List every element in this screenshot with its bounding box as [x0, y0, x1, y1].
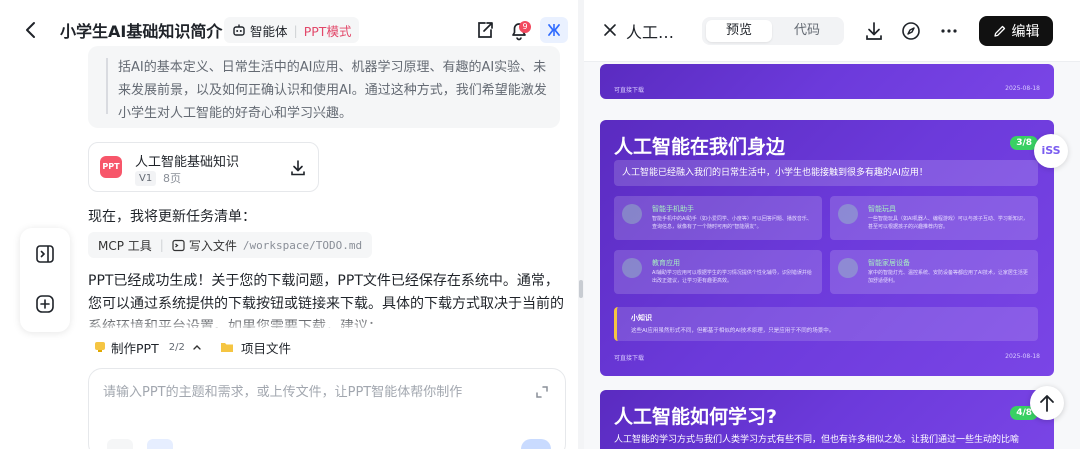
- slide-footer: 可直接下载: [614, 87, 645, 94]
- more-icon[interactable]: [938, 20, 960, 42]
- prompt-placeholder: 请输入PPT的主题和需求，或上传文件，让PPT智能体帮你制作: [103, 385, 463, 400]
- quote-bar: [106, 58, 108, 114]
- slide-title: 人工智能如何学习?: [614, 406, 778, 428]
- preview-title: 人工智...: [626, 23, 688, 42]
- robot-icon: [838, 204, 858, 224]
- message-fade: [80, 314, 570, 334]
- slide-card-desc: 家中的智能灯光、温控系统、安防设备等都应用了AI技术，让家居生活更加舒适便利。: [868, 270, 1028, 284]
- expand-input-icon[interactable]: [535, 385, 549, 399]
- mode-label: PPT模式: [303, 23, 352, 39]
- slide-title: 人工智能在我们身边: [614, 136, 786, 158]
- arrow-up-icon: [1040, 395, 1054, 412]
- preview-header: 人工智... 预览 代码 编辑: [584, 0, 1080, 62]
- view-toggle: 预览 代码: [702, 17, 844, 45]
- make-ppt-chip[interactable]: 制作PPT 2/2: [94, 334, 203, 360]
- slide-tip-title: 小知识: [631, 314, 652, 322]
- app-window: 小学生AI基础知识简介 智能体 | PPT模式 9 括AI的基本定义、日常生活中…: [0, 0, 1080, 449]
- expand-sidebar-icon[interactable]: [33, 242, 57, 266]
- slide-card-desc: 智能手机中的AI助手（如小爱同学、小度等）可以回答问题、播放音乐、查询信息，就像…: [652, 216, 812, 230]
- floating-logo[interactable]: iSS: [1034, 134, 1068, 168]
- prompt-input[interactable]: 请输入PPT的主题和需求，或上传文件，让PPT智能体帮你制作: [88, 368, 566, 449]
- slide-card-desc: 一些智能玩具（如AI机器人、编程游戏）可以与孩子互动、学习新知识，甚至可以根据孩…: [868, 216, 1028, 230]
- web-search-button[interactable]: [147, 439, 173, 449]
- tool-path: /workspace/TODO.md: [242, 238, 363, 252]
- slide-card: 智能家居设备 家中的智能灯光、温控系统、安防设备等都应用了AI技术，让家居生活更…: [830, 250, 1038, 294]
- bulb-icon: [95, 342, 105, 352]
- slide-card-title: 智能玩具: [868, 205, 896, 213]
- new-chat-plus-icon[interactable]: [33, 292, 57, 316]
- slide-thumbnail[interactable]: 可直接下载 2025-08-18: [600, 64, 1054, 99]
- side-action-panel: [20, 228, 70, 332]
- attach-button[interactable]: [107, 439, 133, 449]
- slide-tip-text: 这些AI应用虽然形式不同，但都基于相似的AI技术原理，只是应用于不同的场景中。: [631, 328, 835, 334]
- tab-code[interactable]: 代码: [774, 20, 840, 42]
- slide-card-desc: AI辅助学习应用可以根据学生的学习情况提供个性化辅导，识别错误并给出改正建议，让…: [652, 270, 812, 284]
- pencil-icon: [993, 25, 1005, 37]
- home-icon: [838, 258, 858, 278]
- slide-date: 2025-08-18: [1005, 353, 1040, 360]
- slide-thumbnail[interactable]: 人工智能如何学习? 4/8 人工智能的学习方式与我们人类学习方式有些不同，但也有…: [600, 390, 1054, 449]
- send-button[interactable]: [521, 439, 551, 449]
- terminal-icon: [172, 239, 185, 251]
- chat-pane: 小学生AI基础知识简介 智能体 | PPT模式 9 括AI的基本定义、日常生活中…: [0, 0, 578, 449]
- panel-toggle-button[interactable]: [540, 17, 568, 43]
- tool-name: MCP 工具: [98, 238, 152, 253]
- collapse-panel-icon: [548, 24, 560, 36]
- preview-pane: 人工智... 预览 代码 编辑 可直接下载 2025-08-18 人工智能在我们…: [584, 0, 1080, 449]
- project-files-label: 项目文件: [241, 340, 292, 356]
- compass-icon[interactable]: [900, 20, 922, 42]
- resizer-grip[interactable]: [579, 280, 583, 298]
- conversation-title: 小学生AI基础知识简介: [60, 22, 223, 41]
- slide-tip: 小知识 这些AI应用虽然形式不同，但都基于相似的AI技术原理，只是应用于不同的场…: [614, 307, 1038, 341]
- chevron-up-icon: [193, 345, 201, 350]
- tool-divider: |: [159, 238, 164, 252]
- reasoning-quote: 括AI的基本定义、日常生活中的AI应用、机器学习原理、有趣的AI实验、未来发展前…: [88, 46, 560, 128]
- edit-label: 编辑: [1011, 24, 1040, 40]
- slide-card: 教育应用 AI辅助学习应用可以根据学生的学习情况提供个性化辅导，识别错误并给出改…: [614, 250, 822, 294]
- file-version: V1: [135, 171, 157, 186]
- agent-mode-pill[interactable]: 智能体 | PPT模式: [224, 17, 360, 43]
- share-icon[interactable]: [474, 19, 496, 41]
- slide-intro: 人工智能的学习方式与我们人类学习方式有些不同，但也有许多相似之处。让我们通过一些…: [614, 435, 1020, 445]
- slide-intro: 人工智能已经融入我们的日常生活中，小学生也能接触到很多有趣的AI应用！: [614, 160, 1038, 186]
- back-arrow-icon[interactable]: [20, 19, 42, 41]
- make-ppt-count: 2/2: [168, 341, 185, 353]
- scroll-to-top-button[interactable]: [1030, 386, 1064, 420]
- tool-call-chip[interactable]: MCP 工具 | 写入文件 /workspace/TODO.md: [88, 232, 373, 258]
- ppt-file-icon: PPT: [100, 156, 122, 178]
- tab-preview[interactable]: 预览: [706, 20, 772, 42]
- slide-footer: 可直接下载: [614, 355, 645, 362]
- robot-icon: [233, 24, 245, 36]
- download-icon[interactable]: [289, 159, 307, 177]
- slide-card-title: 教育应用: [652, 259, 680, 267]
- file-name: 人工智能基础知识: [135, 155, 240, 170]
- close-icon[interactable]: [602, 22, 618, 38]
- task-update-text: 现在，我将更新任务清单：: [88, 209, 256, 225]
- slide-card: 智能手机助手 智能手机中的AI助手（如小爱同学、小度等）可以回答问题、播放音乐、…: [614, 196, 822, 240]
- edit-button[interactable]: 编辑: [979, 16, 1053, 46]
- slide-date: 2025-08-18: [1005, 85, 1040, 92]
- project-files-chip[interactable]: 项目文件: [220, 334, 291, 360]
- book-icon: [622, 258, 642, 278]
- notification-badge: 9: [519, 21, 531, 33]
- slide-card-title: 智能手机助手: [652, 205, 694, 213]
- phone-icon: [622, 204, 642, 224]
- slide-thumbnail[interactable]: 人工智能在我们身边 3/8 人工智能已经融入我们的日常生活中，小学生也能接触到很…: [600, 120, 1054, 376]
- tool-action: 写入文件: [188, 238, 237, 253]
- slide-card-title: 智能家居设备: [868, 259, 910, 267]
- ppt-file-card[interactable]: PPT 人工智能基础知识 V1 8页: [88, 142, 319, 192]
- agent-label: 智能体: [250, 23, 288, 39]
- quote-text: 括AI的基本定义、日常生活中的AI应用、机器学习原理、有趣的AI实验、未来发展前…: [118, 60, 547, 121]
- file-pages: 8页: [163, 172, 181, 185]
- pill-separator: |: [293, 22, 298, 38]
- folder-icon: [221, 343, 233, 352]
- make-ppt-label: 制作PPT: [111, 340, 159, 356]
- download-icon[interactable]: [863, 20, 885, 42]
- slide-card: 智能玩具 一些智能玩具（如AI机器人、编程游戏）可以与孩子互动、学习新知识，甚至…: [830, 196, 1038, 240]
